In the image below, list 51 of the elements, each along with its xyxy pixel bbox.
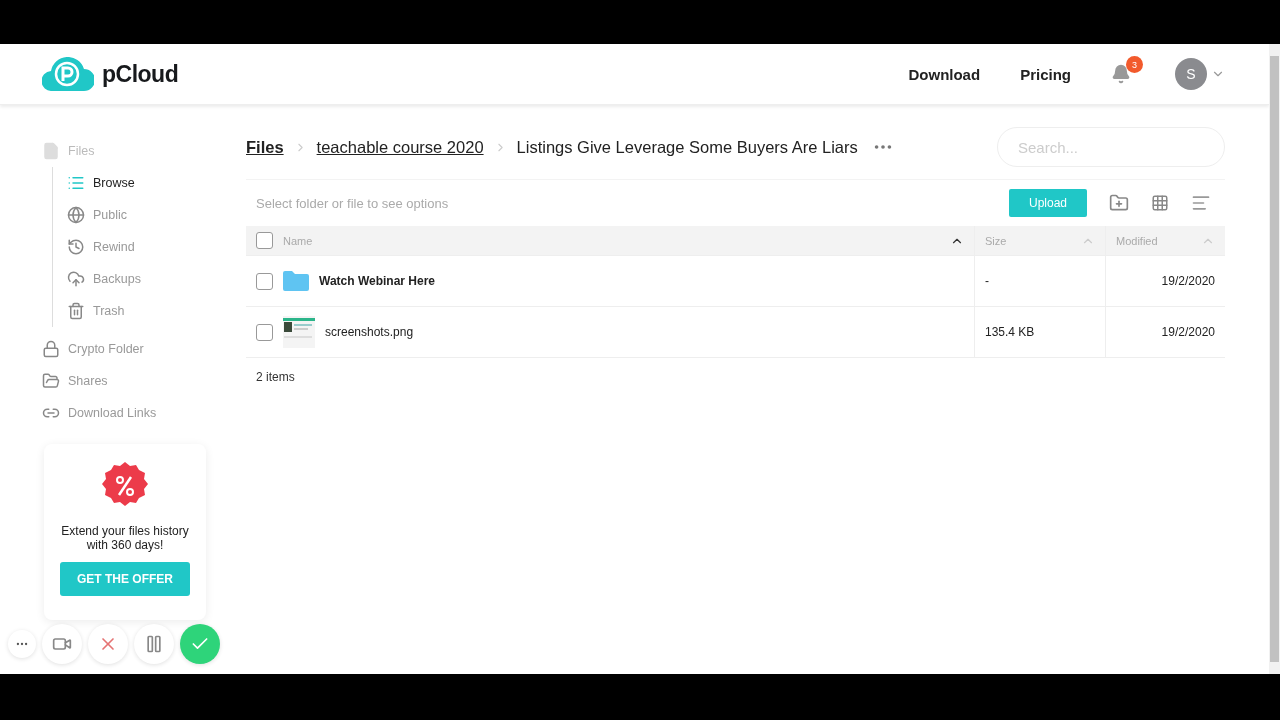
history-icon [67,238,85,256]
file-name[interactable]: Watch Webinar Here [319,274,436,288]
image-thumbnail [283,316,315,348]
lock-icon [42,340,60,358]
bell-icon[interactable] [1111,64,1131,84]
file-icon [42,142,60,160]
globe-icon [67,206,85,224]
selection-hint: Select folder or file to see options [256,195,450,211]
table-cell: 19/2/2020 [1161,325,1215,339]
sidebar-item[interactable]: Rewind [93,240,135,254]
sort-icon[interactable] [1191,193,1211,213]
sidebar-item[interactable]: Download Links [68,406,157,420]
folder-icon [283,271,309,291]
row-checkbox[interactable] [256,323,273,341]
item-count: 2 items [255,369,296,386]
column-header[interactable]: Size [985,234,1071,247]
current-folder-title: Listings Give Leverage Some Buyers Are Liars [516,137,858,157]
column-header[interactable]: Modified [1116,234,1191,247]
scrollbar-thumb[interactable] [1270,56,1279,662]
select-all-checkbox[interactable] [256,232,273,249]
table-cell: 19/2/2020 [1161,274,1215,288]
sidebar-item[interactable]: Files [68,144,95,158]
promo-text: Extend your files history with 360 days! [60,524,190,552]
nav-link[interactable]: Pricing [1020,65,1071,83]
offer-button[interactable]: GET THE OFFER [60,562,190,596]
avatar[interactable]: S [1175,58,1207,90]
row-checkbox[interactable] [256,272,273,290]
breadcrumb-link[interactable]: Files [246,137,284,157]
column-header[interactable]: Name [283,234,940,247]
logo-icon [42,57,94,91]
logo-text: pCloud [102,60,179,88]
shared-folder-icon [42,372,60,390]
notification-badge: 3 [1126,56,1143,73]
sidebar-item[interactable]: Trash [93,304,125,318]
sidebar-item[interactable]: Crypto Folder [68,342,144,356]
sidebar-item[interactable]: Backups [93,272,141,286]
breadcrumb-link[interactable]: teachable course 2020 [316,137,484,157]
sidebar-item[interactable]: Shares [68,374,108,388]
upload-button[interactable]: Upload [1008,189,1087,217]
new-folder-icon[interactable] [1109,193,1129,213]
nav-link[interactable]: Download [908,65,981,83]
grid-view-icon[interactable] [1151,194,1169,212]
list-icon [67,174,85,192]
table-cell: 135.4 KB [985,325,1035,339]
file-name[interactable]: screenshots.png [325,325,414,339]
cloud-upload-icon [67,270,85,288]
pause-icon [144,634,164,654]
sidebar-item[interactable]: Browse [93,176,135,190]
trash-icon [67,302,85,320]
table-cell: - [985,274,989,288]
sidebar-item[interactable]: Public [93,208,128,222]
